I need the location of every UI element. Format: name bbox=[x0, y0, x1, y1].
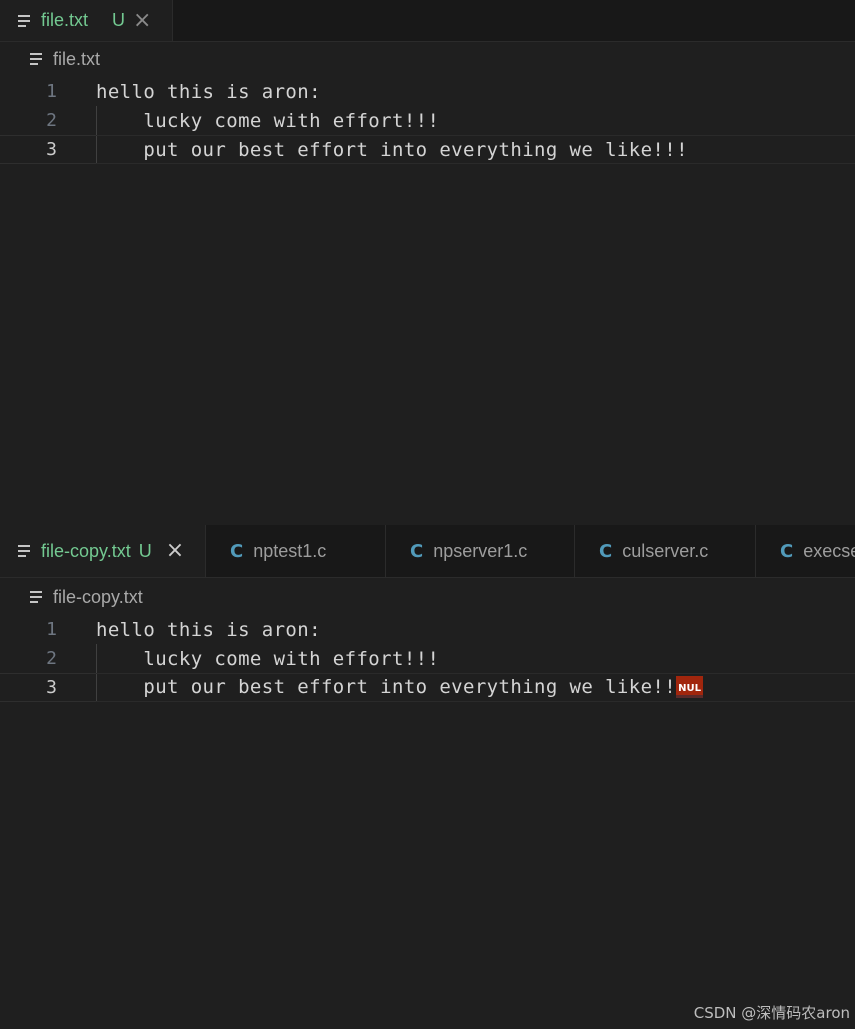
text-file-icon bbox=[30, 53, 44, 65]
line-text[interactable]: lucky come with effort!!! bbox=[96, 110, 439, 132]
tab-culserver-c[interactable]: C culserver.c bbox=[575, 525, 756, 577]
text-file-icon bbox=[18, 14, 32, 27]
code-line-current[interactable]: 3 put our best effort into everything we… bbox=[0, 673, 855, 702]
breadcrumb-file[interactable]: file-copy.txt bbox=[53, 587, 143, 608]
tab-label: execse bbox=[803, 540, 855, 561]
tab-nptest1-c[interactable]: C nptest1.c bbox=[206, 525, 386, 577]
bottom-tab-bar: file-copy.txt U × C nptest1.c C npserver… bbox=[0, 525, 855, 578]
tab-npserver1-c[interactable]: C npserver1.c bbox=[386, 525, 575, 577]
tab-label: file.txt bbox=[41, 10, 89, 30]
tab-label: npserver1.c bbox=[433, 540, 528, 561]
line-text[interactable]: put our best effort into everything we l… bbox=[96, 139, 688, 161]
line-text[interactable]: lucky come with effort!!! bbox=[96, 648, 439, 670]
tab-label: culserver.c bbox=[622, 540, 709, 561]
line-number: 3 bbox=[46, 139, 57, 160]
code-line-current[interactable]: 3 put our best effort into everything we… bbox=[0, 135, 855, 164]
tab-file-txt[interactable]: file.txt U × bbox=[0, 0, 173, 41]
top-editor-group: file.txt U × file.txt 1 hello this is ar… bbox=[0, 0, 855, 523]
line-number: 1 bbox=[46, 81, 57, 102]
c-language-icon: C bbox=[599, 540, 613, 562]
line-number: 1 bbox=[46, 619, 57, 640]
line-number: 2 bbox=[46, 110, 57, 131]
tab-execse[interactable]: C execse bbox=[756, 525, 855, 577]
line-text[interactable]: hello this is aron: bbox=[96, 81, 321, 103]
nul-control-char-badge: NUL bbox=[676, 675, 703, 698]
line-text-content: put our best effort into everything we l… bbox=[96, 676, 677, 699]
line-text[interactable]: put our best effort into everything we l… bbox=[96, 675, 703, 699]
top-tab-bar: file.txt U × bbox=[0, 0, 855, 42]
tab-file-copy-txt[interactable]: file-copy.txt U × bbox=[0, 525, 206, 577]
c-language-icon: C bbox=[780, 540, 794, 562]
text-file-icon bbox=[18, 545, 32, 557]
untracked-badge: U bbox=[138, 540, 152, 561]
c-language-icon: C bbox=[230, 540, 244, 562]
code-line[interactable]: 1 hello this is aron: bbox=[0, 77, 855, 106]
watermark: CSDN @深情码农aron bbox=[693, 1004, 850, 1022]
close-icon[interactable]: × bbox=[166, 540, 184, 562]
line-number: 3 bbox=[46, 677, 57, 698]
breadcrumb[interactable]: file-copy.txt bbox=[0, 580, 855, 614]
text-file-icon bbox=[30, 591, 44, 603]
code-line[interactable]: 2 lucky come with effort!!! bbox=[0, 644, 855, 673]
code-editor[interactable]: 1 hello this is aron: 2 lucky come with … bbox=[0, 77, 855, 164]
code-line[interactable]: 1 hello this is aron: bbox=[0, 615, 855, 644]
untracked-badge: U bbox=[112, 10, 126, 30]
line-text[interactable]: hello this is aron: bbox=[96, 619, 321, 641]
c-language-icon: C bbox=[410, 540, 424, 562]
bottom-editor-group: file-copy.txt U × C nptest1.c C npserver… bbox=[0, 523, 855, 1029]
close-icon[interactable]: × bbox=[133, 9, 151, 32]
code-line[interactable]: 2 lucky come with effort!!! bbox=[0, 106, 855, 135]
tab-label: file-copy.txt bbox=[41, 540, 131, 561]
breadcrumb-file[interactable]: file.txt bbox=[53, 49, 100, 70]
code-editor[interactable]: 1 hello this is aron: 2 lucky come with … bbox=[0, 615, 855, 702]
tab-label: nptest1.c bbox=[253, 540, 327, 561]
line-number: 2 bbox=[46, 648, 57, 669]
breadcrumb[interactable]: file.txt bbox=[0, 42, 855, 76]
